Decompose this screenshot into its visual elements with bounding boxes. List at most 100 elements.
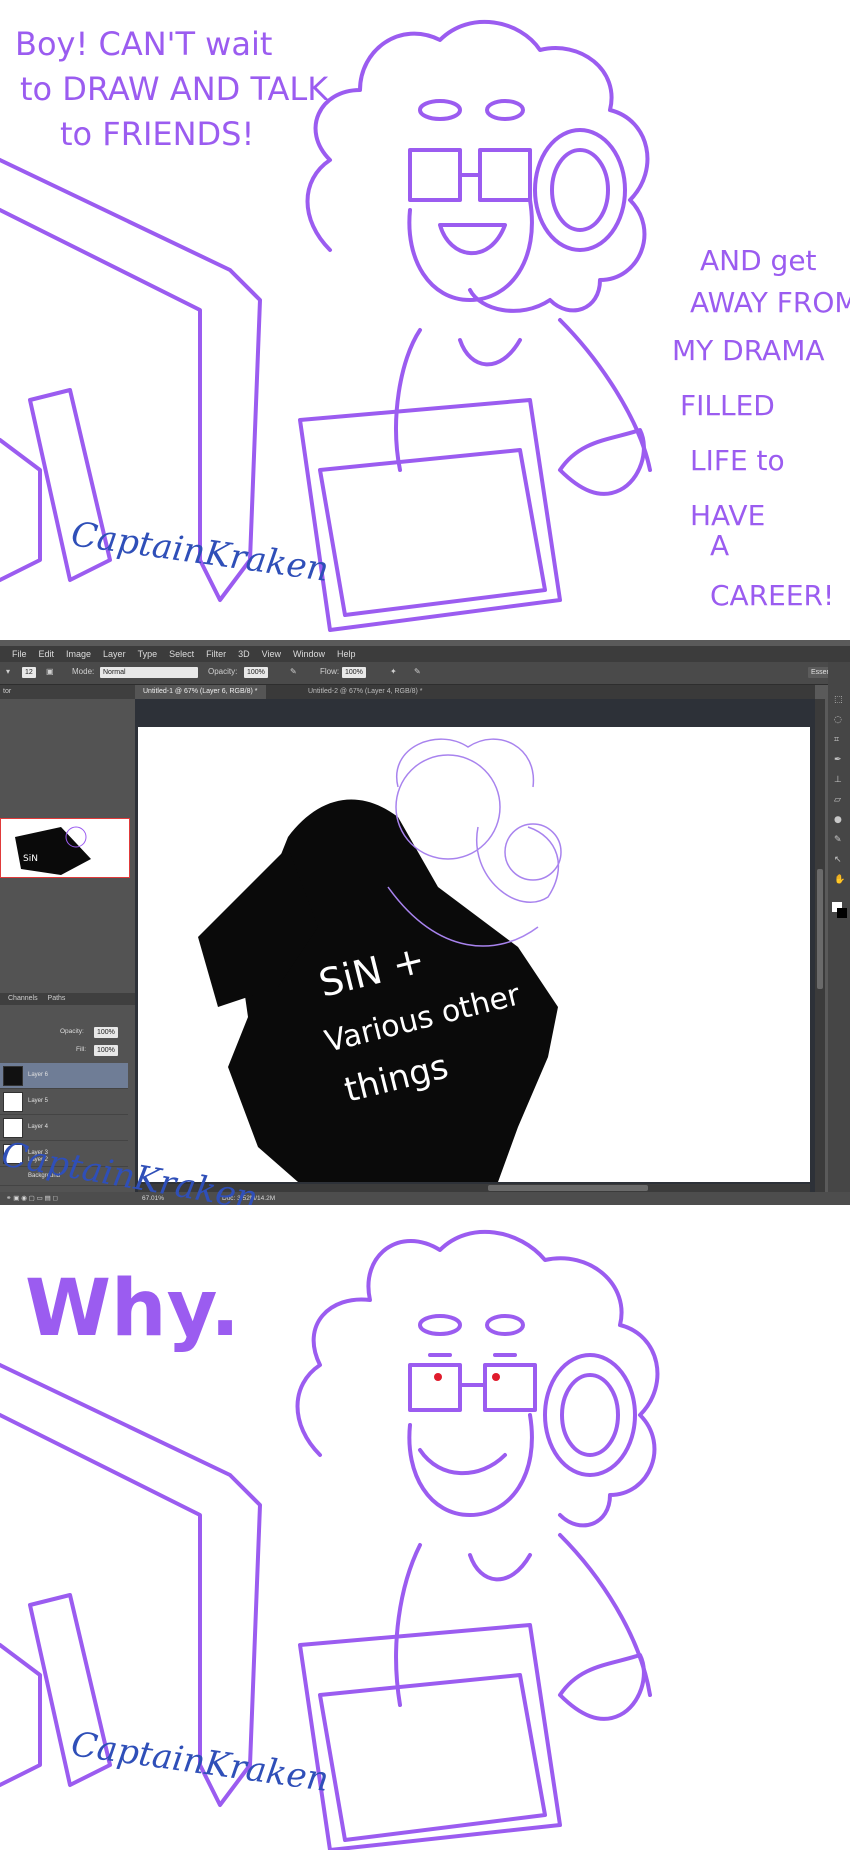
layer-opacity-field[interactable]: 100% bbox=[94, 1027, 118, 1038]
speech-left-line-3: to FRIENDS! bbox=[60, 115, 254, 153]
menu-help[interactable]: Help bbox=[337, 649, 356, 659]
body bbox=[394, 1533, 652, 1707]
brow-right bbox=[485, 1314, 525, 1336]
speech-left: Boy! CAN'T wait to DRAW AND TALK to FRIE… bbox=[15, 25, 329, 153]
hand bbox=[558, 1653, 646, 1721]
face bbox=[407, 198, 534, 302]
mode-select[interactable]: Normal bbox=[100, 667, 198, 678]
layer-row[interactable]: Layer 5 bbox=[0, 1089, 128, 1115]
comic-panel-2: File Edit Image Layer Type Select Filter… bbox=[0, 640, 850, 1205]
menu-layer[interactable]: Layer bbox=[103, 649, 126, 659]
mode-label: Mode: bbox=[72, 667, 95, 676]
move-tool-icon[interactable]: ↖ bbox=[834, 855, 842, 865]
hair bbox=[305, 19, 650, 313]
speech-right-line-8: CAREER! bbox=[710, 579, 834, 612]
hand bbox=[558, 428, 646, 496]
options-bar: ▾ 12 ▣ Mode: Normal Opacity: 100% ✎ Flow… bbox=[0, 662, 850, 685]
crop-tool-icon[interactable]: ⌗ bbox=[834, 735, 839, 745]
open-mouth bbox=[438, 223, 507, 256]
tools-panel: ⬚ ◌ ⌗ ✒ ⊥ ▱ ● ✎ ↖ ✋ bbox=[828, 662, 850, 1205]
layer-fill-field[interactable]: 100% bbox=[94, 1045, 118, 1056]
eraser-tool-icon[interactable]: ▱ bbox=[834, 795, 841, 805]
vertical-scroll-thumb[interactable] bbox=[817, 869, 823, 989]
red-eye-left bbox=[434, 1373, 442, 1381]
speech-right: AND get AWAY FROM MY DRAMA FILLED LIFE t… bbox=[672, 244, 850, 612]
tab-untitled-1[interactable]: Untitled-1 @ 67% (Layer 6, RGB/8) * bbox=[135, 685, 266, 699]
menu-type[interactable]: Type bbox=[138, 649, 158, 659]
brow-right bbox=[485, 99, 525, 121]
speech-right-line-4: FILLED bbox=[680, 389, 775, 422]
speech-right-line-7: A bbox=[710, 529, 729, 562]
document-tabs: Untitled-1 @ 67% (Layer 6, RGB/8) * Unti… bbox=[135, 685, 815, 699]
pen-tool-icon[interactable]: ✎ bbox=[834, 835, 842, 845]
eyedropper-tool-icon[interactable]: ✒ bbox=[834, 755, 842, 765]
tab-channels[interactable]: Channels bbox=[8, 995, 38, 1002]
navigator-panel-header[interactable]: tor bbox=[0, 685, 135, 699]
layer-name: Layer 6 bbox=[28, 1072, 49, 1078]
glasses-right bbox=[483, 1363, 537, 1412]
menu-3d[interactable]: 3D bbox=[238, 649, 250, 659]
stamp-tool-icon[interactable]: ⊥ bbox=[834, 775, 842, 785]
face bbox=[407, 1413, 534, 1517]
layer-row[interactable]: Layer 6 bbox=[0, 1063, 128, 1089]
speech-right-line-3: MY DRAMA bbox=[672, 334, 825, 367]
flow-label: Flow: bbox=[320, 667, 340, 676]
layers-panel-tabs: Channels Paths bbox=[0, 993, 135, 1005]
comic-panel-3: Why. CaptainKraken bbox=[0, 1205, 850, 1850]
hand-tool-icon[interactable]: ✋ bbox=[834, 873, 845, 885]
tab-untitled-2[interactable]: Untitled-2 @ 67% (Layer 4, RGB/8) * bbox=[300, 685, 431, 699]
speech-left-line-2: to DRAW AND TALK bbox=[20, 70, 329, 108]
horizontal-scroll-thumb[interactable] bbox=[488, 1185, 648, 1191]
layer-thumbnail bbox=[3, 1092, 23, 1112]
layer-fill-label: Fill: bbox=[76, 1046, 87, 1053]
panel3-illustration: Why. CaptainKraken bbox=[0, 1229, 660, 1850]
marquee-tool-icon[interactable]: ⬚ bbox=[834, 695, 843, 705]
navigator-thumb-text: SiN bbox=[23, 854, 38, 864]
lasso-tool-icon[interactable]: ◌ bbox=[834, 715, 842, 725]
menu-edit[interactable]: Edit bbox=[39, 649, 55, 659]
document-canvas[interactable]: SiN + Various other things bbox=[138, 727, 810, 1182]
photoshop-window: File Edit Image Layer Type Select Filter… bbox=[0, 640, 850, 1205]
speech-right-line-1: AND get bbox=[700, 244, 817, 277]
menu-file[interactable]: File bbox=[12, 649, 27, 659]
glasses-left bbox=[408, 148, 462, 202]
menu-filter[interactable]: Filter bbox=[206, 649, 226, 659]
brush-panel-icon[interactable]: ▣ bbox=[46, 667, 54, 676]
speech-left-line-1: Boy! CAN'T wait bbox=[15, 25, 272, 63]
layer-opacity-label: Opacity: bbox=[60, 1028, 84, 1035]
menu-view[interactable]: View bbox=[262, 649, 281, 659]
tab-paths[interactable]: Paths bbox=[48, 995, 66, 1002]
menu-window[interactable]: Window bbox=[293, 649, 325, 659]
airbrush-icon[interactable]: ✦ bbox=[390, 667, 397, 676]
glasses-right bbox=[478, 148, 532, 202]
panel2-signature-overlay: CaptainKraken bbox=[0, 1134, 260, 1205]
speech-right-line-5: LIFE to bbox=[690, 444, 785, 477]
brush-preset-icon[interactable]: ▾ bbox=[6, 667, 10, 676]
brush-size-field[interactable]: 12 bbox=[22, 667, 36, 678]
blur-tool-icon[interactable]: ● bbox=[834, 815, 842, 825]
flow-field[interactable]: 100% bbox=[342, 667, 366, 678]
menu-image[interactable]: Image bbox=[66, 649, 91, 659]
opacity-field[interactable]: 100% bbox=[244, 667, 268, 678]
signature-overlay: CaptainKraken bbox=[0, 1134, 260, 1205]
drawing-tablet bbox=[298, 398, 562, 632]
speech-right-line-2: AWAY FROM bbox=[690, 286, 850, 319]
red-eye-right bbox=[492, 1373, 500, 1381]
body bbox=[394, 318, 652, 472]
speech-right-line-6: HAVE bbox=[690, 499, 765, 532]
canvas-drawing: SiN + Various other things bbox=[198, 738, 562, 1182]
pressure-size-icon[interactable]: ✎ bbox=[414, 667, 421, 676]
speech-why: Why. bbox=[25, 1264, 240, 1354]
pressure-opacity-icon[interactable]: ✎ bbox=[290, 667, 297, 676]
smile bbox=[418, 1448, 507, 1476]
layer-name: Layer 5 bbox=[28, 1098, 49, 1104]
glasses-left bbox=[408, 1363, 462, 1412]
background-color-swatch[interactable] bbox=[837, 908, 847, 918]
menu-bar: File Edit Image Layer Type Select Filter… bbox=[0, 646, 850, 662]
panel1-illustration: Boy! CAN'T wait to DRAW AND TALK to FRIE… bbox=[0, 19, 850, 632]
menu-select[interactable]: Select bbox=[169, 649, 194, 659]
brow-left bbox=[418, 99, 462, 121]
vertical-scrollbar[interactable] bbox=[815, 699, 825, 1192]
navigator-thumbnail[interactable]: SiN bbox=[0, 818, 130, 878]
brow-left bbox=[418, 1314, 462, 1336]
